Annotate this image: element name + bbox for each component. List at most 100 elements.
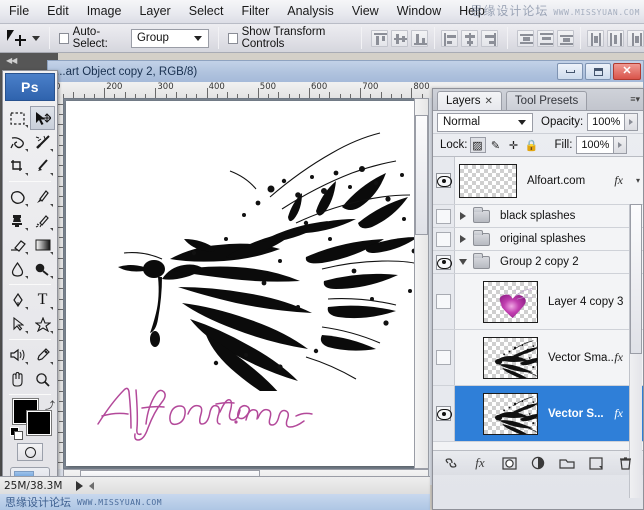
menu-item-layer[interactable]: Layer bbox=[130, 1, 179, 22]
layer-row[interactable]: original splashes bbox=[433, 228, 643, 251]
layer-visibility-toggle[interactable] bbox=[433, 228, 455, 250]
layer-visibility-toggle[interactable] bbox=[433, 386, 455, 441]
canvas-vertical-scrollbar[interactable] bbox=[414, 98, 429, 469]
lasso-icon[interactable] bbox=[5, 130, 30, 154]
move-tool-icon[interactable] bbox=[30, 106, 55, 130]
canvas[interactable] bbox=[66, 101, 424, 466]
menu-item-select[interactable]: Select bbox=[180, 1, 233, 22]
new-layer-icon[interactable] bbox=[588, 455, 604, 471]
magic-wand-icon[interactable] bbox=[30, 130, 55, 154]
align-horizontal-centers-icon[interactable] bbox=[461, 30, 478, 47]
layer-visibility-toggle[interactable] bbox=[433, 330, 455, 385]
crop-icon[interactable] bbox=[5, 154, 30, 178]
layer-thumbnail[interactable] bbox=[483, 281, 538, 323]
layer-row[interactable]: Group 2 copy 2 bbox=[433, 251, 643, 274]
lock-all-icon[interactable]: 🔒 bbox=[524, 137, 540, 153]
distribute-bottom-edges-icon[interactable] bbox=[557, 30, 574, 47]
maximize-button[interactable] bbox=[585, 63, 611, 80]
add-layer-mask-icon[interactable] bbox=[501, 455, 517, 471]
align-bottom-edges-icon[interactable] bbox=[411, 30, 428, 47]
distribute-right-edges-icon[interactable] bbox=[627, 30, 644, 47]
background-color-swatch[interactable] bbox=[27, 411, 51, 435]
opacity-input[interactable]: 100% bbox=[587, 113, 625, 131]
menu-item-image[interactable]: Image bbox=[78, 1, 131, 22]
scrollbar-thumb[interactable] bbox=[415, 115, 428, 235]
layers-scrollbar[interactable] bbox=[629, 204, 642, 498]
canvas-viewport[interactable] bbox=[63, 98, 429, 469]
show-transform-checkbox[interactable] bbox=[228, 33, 238, 44]
layer-effects-icon[interactable]: fx bbox=[614, 406, 623, 421]
layer-visibility-toggle[interactable] bbox=[433, 274, 455, 329]
layer-visibility-toggle[interactable] bbox=[433, 205, 455, 227]
scrollbar-thumb[interactable] bbox=[630, 204, 642, 354]
chevron-down-icon[interactable] bbox=[455, 259, 471, 265]
opacity-stepper[interactable] bbox=[625, 113, 638, 131]
layer-list[interactable]: Alfoart.comfx▾black splashesoriginal spl… bbox=[433, 157, 643, 451]
align-top-edges-icon[interactable] bbox=[371, 30, 388, 47]
clone-stamp-icon[interactable] bbox=[5, 209, 30, 233]
new-group-icon[interactable] bbox=[559, 455, 575, 471]
collapse-arrows-icon[interactable]: ◀◀ bbox=[6, 56, 16, 65]
layer-effects-icon[interactable]: fx bbox=[614, 173, 623, 188]
align-right-edges-icon[interactable] bbox=[481, 30, 498, 47]
chevron-right-icon[interactable] bbox=[455, 212, 471, 220]
distribute-top-edges-icon[interactable] bbox=[517, 30, 534, 47]
quick-mask-icon[interactable] bbox=[17, 443, 43, 461]
new-adjustment-layer-icon[interactable] bbox=[530, 455, 546, 471]
layer-row[interactable]: Layer 4 copy 3 bbox=[433, 274, 643, 330]
layer-visibility-toggle[interactable] bbox=[433, 251, 455, 273]
blend-mode-dropdown[interactable]: Normal bbox=[437, 113, 533, 132]
layer-thumbnail[interactable] bbox=[459, 164, 517, 198]
path-selection-icon[interactable] bbox=[5, 312, 30, 336]
panel-menu-icon[interactable]: ≡▾ bbox=[630, 94, 640, 105]
close-button[interactable]: ✕ bbox=[613, 63, 641, 80]
menu-item-edit[interactable]: Edit bbox=[38, 1, 78, 22]
layer-row[interactable]: Alfoart.comfx▾ bbox=[433, 157, 643, 205]
layer-row[interactable]: Vector Sma...fx▾ bbox=[433, 330, 643, 386]
add-layer-style-icon[interactable]: fx bbox=[472, 455, 488, 471]
auto-select-dropdown[interactable]: Group bbox=[131, 29, 209, 48]
audio-annotation-icon[interactable] bbox=[5, 343, 30, 367]
tab-tool-presets[interactable]: Tool Presets bbox=[506, 91, 587, 110]
close-icon[interactable]: ✕ bbox=[485, 96, 493, 107]
tab-layers[interactable]: Layers ✕ bbox=[437, 91, 502, 110]
align-vertical-centers-icon[interactable] bbox=[391, 30, 408, 47]
menu-item-file[interactable]: File bbox=[0, 1, 38, 22]
expand-effects-icon[interactable]: ▾ bbox=[636, 176, 640, 185]
layer-row[interactable]: Vector S...fx▴ bbox=[433, 386, 643, 442]
play-arrow-icon[interactable] bbox=[76, 481, 83, 491]
eraser-icon[interactable] bbox=[5, 233, 30, 257]
swap-colors-icon[interactable]: ⤴ bbox=[45, 397, 55, 412]
left-arrow-icon[interactable] bbox=[89, 482, 94, 490]
align-left-edges-icon[interactable] bbox=[441, 30, 458, 47]
menu-item-filter[interactable]: Filter bbox=[232, 1, 278, 22]
default-colors-icon[interactable] bbox=[10, 427, 21, 438]
custom-shape-icon[interactable] bbox=[30, 312, 55, 336]
rectangular-marquee-icon[interactable] bbox=[5, 106, 30, 130]
blur-drop-icon[interactable] bbox=[5, 257, 30, 281]
menu-item-analysis[interactable]: Analysis bbox=[278, 1, 343, 22]
menu-item-window[interactable]: Window bbox=[388, 1, 450, 22]
link-layers-icon[interactable] bbox=[443, 455, 459, 471]
lock-image-icon[interactable]: ✎ bbox=[488, 137, 504, 153]
distribute-vertical-centers-icon[interactable] bbox=[537, 30, 554, 47]
layer-row[interactable]: black splashes bbox=[433, 205, 643, 228]
lock-transparency-icon[interactable]: ▨ bbox=[470, 137, 486, 153]
active-tool-thumbnail[interactable] bbox=[6, 27, 40, 50]
fill-stepper[interactable] bbox=[614, 136, 627, 154]
chevron-down-icon[interactable] bbox=[32, 36, 40, 41]
delete-layer-icon[interactable] bbox=[617, 455, 633, 471]
fill-input[interactable]: 100% bbox=[576, 136, 614, 154]
hand-tool-icon[interactable] bbox=[5, 367, 30, 391]
distribute-horizontal-centers-icon[interactable] bbox=[607, 30, 624, 47]
type-tool-icon[interactable]: T bbox=[30, 288, 55, 312]
auto-select-checkbox[interactable] bbox=[59, 33, 69, 44]
distribute-left-edges-icon[interactable] bbox=[587, 30, 604, 47]
slice-icon[interactable] bbox=[30, 154, 55, 178]
layer-thumbnail[interactable] bbox=[483, 337, 538, 379]
brush-icon[interactable] bbox=[30, 185, 55, 209]
dodge-burn-icon[interactable] bbox=[30, 257, 55, 281]
lock-position-icon[interactable]: ✛ bbox=[506, 137, 522, 153]
layer-effects-icon[interactable]: fx bbox=[614, 350, 623, 365]
layer-thumbnail[interactable] bbox=[483, 393, 538, 435]
